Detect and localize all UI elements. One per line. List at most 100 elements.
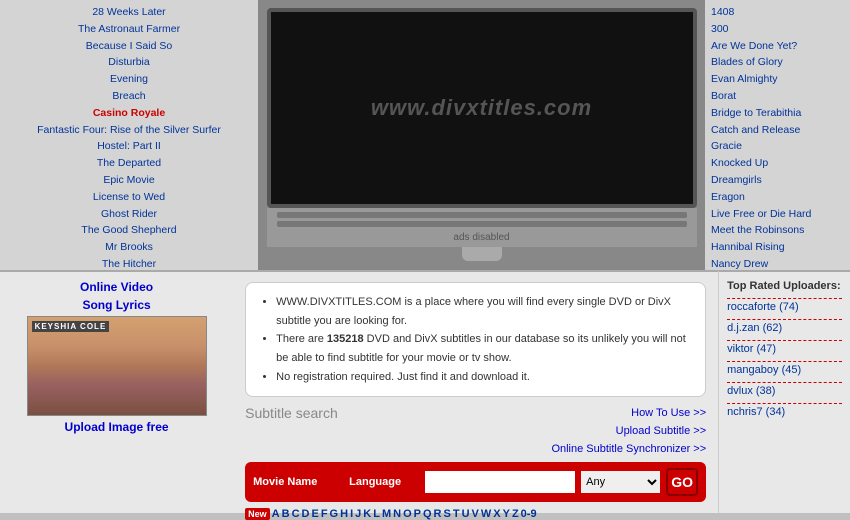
left-movie-item[interactable]: Hostel: Part II: [6, 138, 252, 155]
alphabet-link[interactable]: O: [403, 508, 412, 520]
left-movie-item[interactable]: The Departed: [6, 155, 252, 172]
left-movie-item[interactable]: Fantastic Four: Rise of the Silver Surfe…: [6, 122, 252, 139]
thumbnail-face: KEYSHIA COLE: [28, 317, 206, 415]
uploader-item: d.j.zan (62): [727, 319, 842, 334]
how-to-use-link[interactable]: How To Use >>: [551, 405, 706, 423]
uploader-link[interactable]: nchris7 (34): [727, 406, 785, 418]
uploader-link[interactable]: viktor (47): [727, 343, 776, 355]
uploader-divider: [727, 382, 842, 383]
right-movie-item[interactable]: Eragon: [711, 189, 844, 206]
right-movie-item[interactable]: Gracie: [711, 138, 844, 155]
alphabet-link[interactable]: J: [355, 508, 361, 520]
uploader-divider: [727, 361, 842, 362]
alphabet-link[interactable]: R: [434, 508, 442, 520]
bottom-left-sidebar: Online Video Song Lyrics KEYSHIA COLE Up…: [0, 270, 233, 513]
bottom-center-content: WWW.DIVXTITLES.COM is a place where you …: [233, 270, 718, 513]
right-movie-item[interactable]: Meet the Robinsons: [711, 222, 844, 239]
song-lyrics-link[interactable]: Song Lyrics: [82, 298, 150, 312]
alphabet-link[interactable]: F: [321, 508, 328, 520]
left-movie-list: 28 Weeks LaterThe Astronaut FarmerBecaus…: [0, 0, 258, 270]
alphabet-link[interactable]: M: [382, 508, 391, 520]
right-movie-item[interactable]: Catch and Release: [711, 122, 844, 139]
left-movie-item[interactable]: Mr Brooks: [6, 239, 252, 256]
uploader-link[interactable]: mangaboy (45): [727, 364, 801, 376]
uploader-item: roccaforte (74): [727, 298, 842, 313]
alphabet-link[interactable]: I: [350, 508, 353, 520]
uploader-item: mangaboy (45): [727, 361, 842, 376]
alphabet-link[interactable]: H: [340, 508, 348, 520]
bottom-right-sidebar: Top Rated Uploaders: roccaforte (74)d.j.…: [718, 270, 850, 513]
ads-disabled-label: ads disabled: [267, 232, 697, 243]
left-movie-item[interactable]: Casino Royale: [6, 105, 252, 122]
left-movie-item[interactable]: The Hitcher: [6, 256, 252, 270]
alphabet-link[interactable]: Y: [503, 508, 510, 520]
uploader-link[interactable]: roccaforte (74): [727, 301, 799, 313]
alphabet-link[interactable]: K: [363, 508, 371, 520]
right-movie-item[interactable]: Knocked Up: [711, 155, 844, 172]
right-movie-item[interactable]: Evan Almighty: [711, 71, 844, 88]
right-movie-item[interactable]: 300: [711, 21, 844, 38]
right-movie-item[interactable]: Are We Done Yet?: [711, 38, 844, 55]
left-movie-item[interactable]: Breach: [6, 88, 252, 105]
alphabet-link[interactable]: P: [414, 508, 421, 520]
right-movie-item[interactable]: Borat: [711, 88, 844, 105]
alphabet-link[interactable]: E: [311, 508, 318, 520]
alphabet-link[interactable]: W: [481, 508, 491, 520]
left-movie-item[interactable]: Evening: [6, 71, 252, 88]
alphabet-link[interactable]: G: [330, 508, 339, 520]
language-select[interactable]: AnyEnglishFrenchSpanishGermanItalianPort…: [581, 471, 660, 493]
alphabet-link[interactable]: T: [453, 508, 460, 520]
uploader-link[interactable]: d.j.zan (62): [727, 322, 782, 334]
left-movie-item[interactable]: Epic Movie: [6, 172, 252, 189]
alphabet-link[interactable]: N: [393, 508, 401, 520]
alphabet-link[interactable]: C: [292, 508, 300, 520]
info-bullet-3: No registration required. Just find it a…: [276, 368, 691, 387]
tv-screen: www.divxtitles.com: [267, 8, 697, 208]
alphabet-link[interactable]: 0-9: [521, 508, 537, 520]
right-movie-item[interactable]: Nancy Drew: [711, 256, 844, 270]
alphabet-link[interactable]: A: [272, 508, 280, 520]
go-button[interactable]: GO: [666, 468, 698, 496]
right-movie-item[interactable]: Live Free or Die Hard: [711, 206, 844, 223]
movie-name-input[interactable]: [425, 471, 575, 493]
online-sync-link[interactable]: Online Subtitle Synchronizer >>: [551, 441, 706, 459]
alphabet-link[interactable]: B: [282, 508, 290, 520]
alphabet-link[interactable]: V: [472, 508, 479, 520]
online-video-link[interactable]: Online Video: [80, 280, 153, 294]
upload-subtitle-link[interactable]: Upload Subtitle >>: [551, 423, 706, 441]
alphabet-link[interactable]: Z: [512, 508, 519, 520]
left-movie-item[interactable]: Disturbia: [6, 54, 252, 71]
alphabet-link[interactable]: X: [493, 508, 500, 520]
subtitle-search-label: Subtitle search: [245, 405, 338, 421]
alphabet-link[interactable]: Q: [423, 508, 432, 520]
subtitle-count: 135218: [327, 333, 364, 345]
new-badge: New: [245, 508, 270, 520]
alphabet-link[interactable]: U: [462, 508, 470, 520]
right-movie-item[interactable]: Dreamgirls: [711, 172, 844, 189]
left-movie-item[interactable]: The Good Shepherd: [6, 222, 252, 239]
uploader-divider: [727, 340, 842, 341]
center-banner: www.divxtitles.com ads disabled: [258, 0, 705, 270]
right-movie-item[interactable]: Bridge to Terabithia: [711, 105, 844, 122]
tv-stand: [462, 247, 502, 261]
alphabet-link[interactable]: L: [373, 508, 380, 520]
right-movie-item[interactable]: 1408: [711, 4, 844, 21]
alphabet-link[interactable]: D: [302, 508, 310, 520]
left-movie-item[interactable]: License to Wed: [6, 189, 252, 206]
uploader-link[interactable]: dvlux (38): [727, 385, 775, 397]
info-bullet-2: There are 135218 DVD and DivX subtitles …: [276, 330, 691, 367]
right-movie-item[interactable]: Blades of Glory: [711, 54, 844, 71]
links-row: How To Use >> Upload Subtitle >> Online …: [551, 405, 706, 458]
movie-name-label: Movie Name: [253, 476, 343, 488]
info-box: WWW.DIVXTITLES.COM is a place where you …: [245, 282, 706, 397]
alphabet-link[interactable]: S: [443, 508, 450, 520]
right-movie-item[interactable]: Hannibal Rising: [711, 239, 844, 256]
left-movie-item[interactable]: Ghost Rider: [6, 206, 252, 223]
site-url: www.divxtitles.com: [371, 95, 592, 121]
left-movie-item[interactable]: Because I Said So: [6, 38, 252, 55]
upload-image-link[interactable]: Upload Image free: [65, 420, 169, 434]
uploader-divider: [727, 319, 842, 320]
left-movie-item[interactable]: 28 Weeks Later: [6, 4, 252, 21]
uploader-divider: [727, 298, 842, 299]
left-movie-item[interactable]: The Astronaut Farmer: [6, 21, 252, 38]
